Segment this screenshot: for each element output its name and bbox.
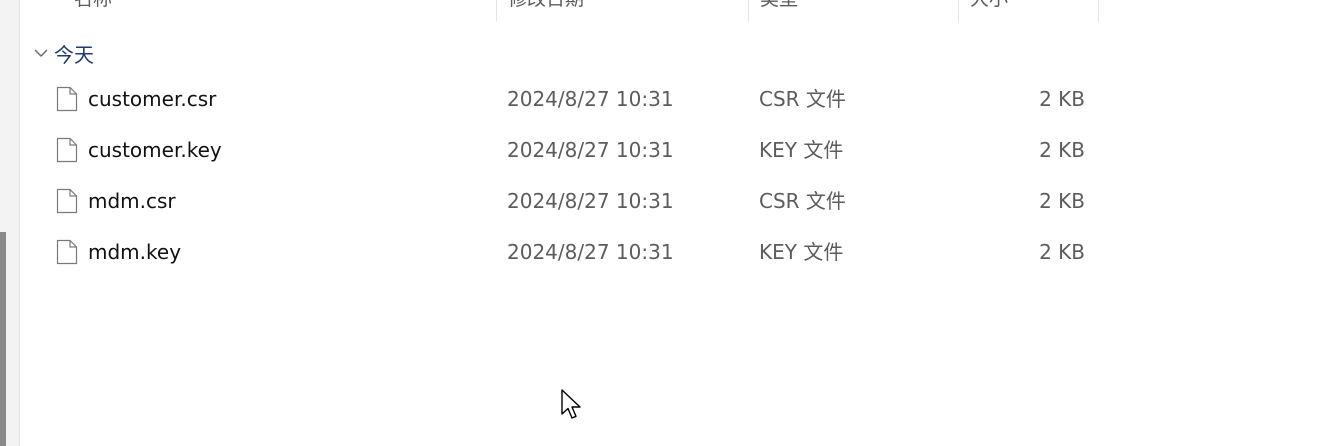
file-size: 2 KB bbox=[1039, 189, 1085, 213]
group-label: 今天 bbox=[54, 42, 94, 67]
file-modified: 2024/8/27 10:31 bbox=[507, 240, 674, 264]
navigation-pane-scrollbar-thumb[interactable] bbox=[0, 232, 6, 446]
file-type: KEY 文件 bbox=[759, 240, 844, 264]
file-row[interactable]: customer.csr 2024/8/27 10:31 CSR 文件 2 KB bbox=[20, 79, 1100, 119]
file-type: CSR 文件 bbox=[759, 189, 846, 213]
file-row[interactable]: mdm.csr 2024/8/27 10:31 CSR 文件 2 KB bbox=[20, 181, 1100, 221]
file-modified: 2024/8/27 10:31 bbox=[507, 138, 674, 162]
file-type: KEY 文件 bbox=[759, 138, 844, 162]
column-separator[interactable] bbox=[1098, 0, 1099, 22]
file-name: mdm.key bbox=[88, 240, 182, 264]
chevron-down-icon[interactable] bbox=[32, 44, 50, 62]
file-name: customer.csr bbox=[88, 87, 217, 111]
column-header-type[interactable]: 类型 bbox=[750, 0, 798, 10]
column-separator[interactable] bbox=[496, 0, 497, 22]
file-type: CSR 文件 bbox=[759, 87, 846, 111]
file-icon bbox=[56, 188, 78, 214]
file-size: 2 KB bbox=[1039, 240, 1085, 264]
file-size: 2 KB bbox=[1039, 138, 1085, 162]
file-modified: 2024/8/27 10:31 bbox=[507, 87, 674, 111]
column-header-modified[interactable]: 修改日期 bbox=[498, 0, 584, 10]
file-size: 2 KB bbox=[1039, 87, 1085, 111]
column-header-size[interactable]: 大小 bbox=[960, 0, 1008, 10]
file-icon bbox=[56, 86, 78, 112]
column-separator[interactable] bbox=[958, 0, 959, 22]
file-name: customer.key bbox=[88, 138, 222, 162]
group-header-today[interactable]: 今天 bbox=[20, 38, 94, 68]
file-modified: 2024/8/27 10:31 bbox=[507, 189, 674, 213]
column-header-bar: 名称 修改日期 类型 大小 bbox=[20, 0, 1325, 22]
file-icon bbox=[56, 239, 78, 265]
mouse-pointer-icon bbox=[561, 389, 581, 419]
column-separator[interactable] bbox=[748, 0, 749, 22]
file-row[interactable]: customer.key 2024/8/27 10:31 KEY 文件 2 KB bbox=[20, 130, 1100, 170]
file-name: mdm.csr bbox=[88, 189, 176, 213]
file-row[interactable]: mdm.key 2024/8/27 10:31 KEY 文件 2 KB bbox=[20, 232, 1100, 272]
file-icon bbox=[56, 137, 78, 163]
column-header-name[interactable]: 名称 bbox=[64, 0, 112, 10]
